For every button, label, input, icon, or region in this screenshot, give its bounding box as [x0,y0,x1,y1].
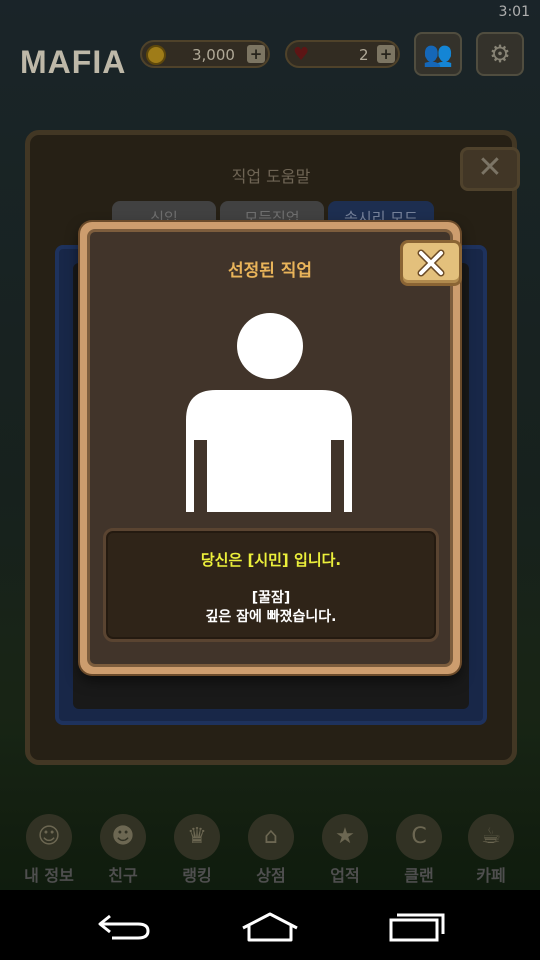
system-nav-bar [0,890,540,960]
tip-title: [꿀잠] [251,590,291,606]
recent-apps-icon [389,913,445,942]
home-icon [242,912,298,942]
selected-job-dialog: 선정된 직업 당신은 [시민] 입니다. [꿀잠] 깊은 잠에 빠졌습니다. [80,222,462,674]
close-icon [417,249,445,277]
recents-button[interactable] [383,910,453,944]
home-button[interactable] [235,910,305,944]
selected-job-dialog-body: 선정된 직업 당신은 [시민] 입니다. [꿀잠] 깊은 잠에 빠졌습니다. [87,229,462,667]
back-icon [98,914,150,940]
role-message-box: 당신은 [시민] 입니다. [꿀잠] 깊은 잠에 빠졌습니다. [103,528,439,642]
tip-text: 깊은 잠에 빠졌습니다. [205,609,337,625]
dialog-close-button[interactable] [400,240,462,286]
dialog-title: 선정된 직업 [227,261,313,281]
citizen-person-icon [186,313,352,512]
back-button[interactable] [88,910,158,944]
role-message: 당신은 [시민] 입니다. [200,551,342,569]
